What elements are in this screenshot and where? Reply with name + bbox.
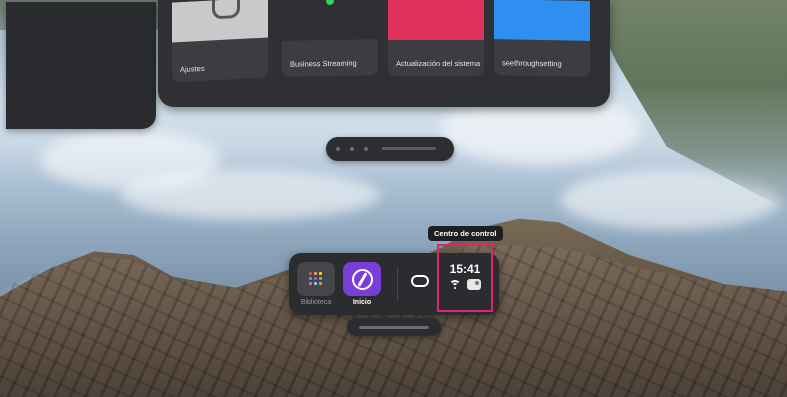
app-tile-label: Actualización del sistema bbox=[396, 59, 480, 68]
side-panel[interactable] bbox=[6, 2, 156, 129]
home-label: Inicio bbox=[352, 299, 372, 306]
app-tile-label: seethroughsetting bbox=[502, 58, 562, 69]
guardian-button[interactable] bbox=[409, 273, 431, 287]
wifi-icon bbox=[449, 280, 461, 290]
app-thumbnail bbox=[282, 0, 378, 41]
app-grid-icon bbox=[309, 272, 323, 286]
divider bbox=[397, 267, 398, 301]
app-panel: Ajustes Business Streaming Actualización… bbox=[158, 0, 610, 107]
cloud bbox=[120, 170, 380, 220]
update-icon bbox=[388, 0, 484, 40]
app-tile-seethroughsetting[interactable]: seethroughsetting bbox=[494, 0, 590, 77]
dot-icon bbox=[350, 147, 354, 151]
panel-grab-bar[interactable] bbox=[326, 137, 454, 161]
control-center-tooltip: Centro de control bbox=[428, 226, 503, 241]
app-tile-label: Ajustes bbox=[180, 63, 205, 75]
clock: 15:41 bbox=[449, 262, 481, 276]
taskbar-grab-bar[interactable] bbox=[347, 318, 441, 336]
vr-headset-icon bbox=[411, 275, 429, 287]
app-tile-settings[interactable]: Ajustes bbox=[172, 0, 268, 83]
home-button[interactable] bbox=[343, 262, 381, 296]
app-tile-label: Business Streaming bbox=[290, 58, 357, 69]
dot-icon bbox=[336, 147, 340, 151]
library-button[interactable] bbox=[297, 262, 335, 296]
library-label: Biblioteca bbox=[300, 299, 332, 306]
status-dot-icon bbox=[326, 0, 334, 6]
app-tile-system-update[interactable]: Actualización del sistema bbox=[388, 0, 484, 76]
headset-battery-icon bbox=[467, 279, 481, 290]
control-center-button[interactable] bbox=[437, 244, 493, 312]
passthrough-icon bbox=[494, 0, 590, 41]
gear-icon bbox=[212, 0, 240, 20]
dot-icon bbox=[364, 147, 368, 151]
app-thumbnail bbox=[172, 0, 268, 43]
app-tile-business-streaming[interactable]: Business Streaming bbox=[282, 0, 378, 77]
grab-handle[interactable] bbox=[382, 147, 436, 150]
compass-icon bbox=[352, 269, 373, 290]
grab-handle[interactable] bbox=[359, 326, 429, 329]
